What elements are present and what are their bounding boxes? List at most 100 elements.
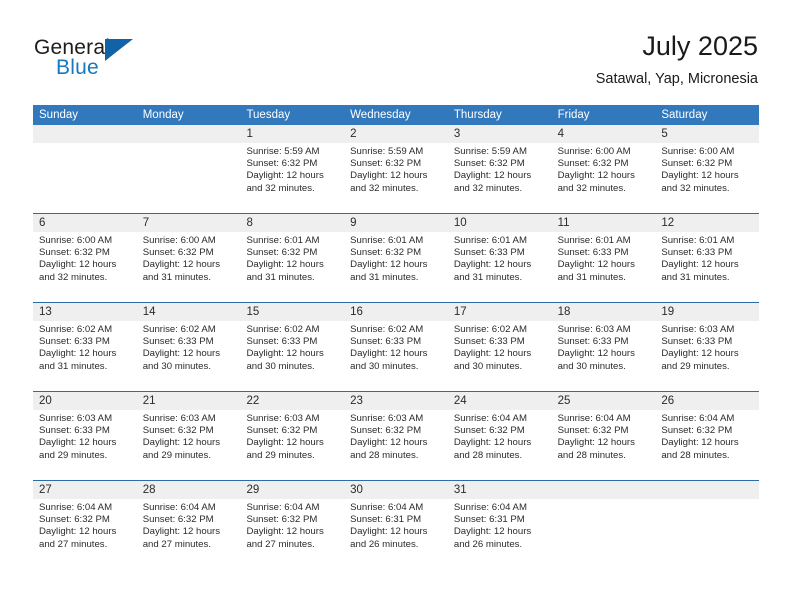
daylight-text-line2: and 27 minutes. [39, 538, 108, 550]
day-cell[interactable]: 25 Sunrise: 6:04 AM Sunset: 6:32 PM Dayl… [551, 392, 656, 480]
day-number-band: 28 [136, 481, 241, 499]
sunset-text: Sunset: 6:32 PM [661, 425, 733, 437]
day-cell[interactable]: 10 Sunrise: 6:01 AM Sunset: 6:33 PM Dayl… [447, 214, 552, 302]
general-blue-logo[interactable]: General Blue [34, 36, 154, 82]
daylight-text-line1: Daylight: 12 hours [350, 526, 428, 538]
sunset-text: Sunset: 6:31 PM [453, 514, 525, 526]
day-cell[interactable]: 12 Sunrise: 6:01 AM Sunset: 6:33 PM Dayl… [655, 214, 760, 302]
daylight-text-line1: Daylight: 12 hours [453, 437, 532, 449]
sunset-text: Sunset: 6:32 PM [453, 158, 525, 170]
day-cell[interactable]: 2 Sunrise: 5:59 AM Sunset: 6:32 PM Dayli… [344, 125, 448, 213]
day-cell[interactable]: 8 Sunrise: 6:01 AM Sunset: 6:32 PM Dayli… [240, 214, 345, 302]
day-details: Sunrise: 6:03 AM Sunset: 6:33 PM Dayligh… [552, 321, 656, 373]
day-cell[interactable] [551, 481, 656, 569]
sunset-text: Sunset: 6:32 PM [246, 247, 318, 259]
day-cell[interactable]: 1 Sunrise: 5:59 AM Sunset: 6:32 PM Dayli… [240, 125, 345, 213]
daylight-text-line2: and 28 minutes. [557, 449, 626, 461]
sunrise-text: Sunrise: 6:04 AM [39, 502, 113, 513]
day-cell[interactable]: 3 Sunrise: 5:59 AM Sunset: 6:32 PM Dayli… [447, 125, 552, 213]
day-number: 14 [142, 306, 156, 318]
day-cell[interactable]: 15 Sunrise: 6:02 AM Sunset: 6:33 PM Dayl… [240, 303, 345, 391]
day-cell[interactable]: 19 Sunrise: 6:03 AM Sunset: 6:33 PM Dayl… [655, 303, 760, 391]
sunset-text: Sunset: 6:32 PM [39, 514, 110, 526]
day-number: 28 [142, 484, 156, 496]
day-cell[interactable]: 22 Sunrise: 6:03 AM Sunset: 6:32 PM Dayl… [240, 392, 345, 480]
daylight-text-line1: Daylight: 12 hours [142, 437, 221, 449]
day-number: 15 [246, 306, 260, 318]
day-cell[interactable]: 7 Sunrise: 6:00 AM Sunset: 6:32 PM Dayli… [136, 214, 241, 302]
day-number-band: 8 [240, 214, 345, 232]
sunrise-text: Sunrise: 6:03 AM [557, 324, 631, 335]
day-details: Sunrise: 6:03 AM Sunset: 6:32 PM Dayligh… [240, 410, 344, 462]
day-cell[interactable]: 28 Sunrise: 6:04 AM Sunset: 6:32 PM Dayl… [136, 481, 241, 569]
day-number-band: 20 [33, 392, 137, 410]
title-block: July 2025 Satawal, Yap, Micronesia [596, 30, 758, 88]
weekday-header-sunday: Sunday [39, 109, 79, 121]
daylight-text-line1: Daylight: 12 hours [557, 259, 635, 271]
day-number-band: 3 [447, 125, 552, 143]
weekday-header-wednesday: Wednesday [350, 109, 411, 121]
daylight-text-line2: and 29 minutes. [39, 449, 108, 461]
day-cell[interactable]: 17 Sunrise: 6:02 AM Sunset: 6:33 PM Dayl… [447, 303, 552, 391]
day-number: 2 [350, 128, 357, 140]
day-cell[interactable] [33, 125, 137, 213]
day-cell[interactable]: 13 Sunrise: 6:02 AM Sunset: 6:33 PM Dayl… [33, 303, 137, 391]
day-cell[interactable]: 16 Sunrise: 6:02 AM Sunset: 6:33 PM Dayl… [344, 303, 448, 391]
day-cell[interactable]: 9 Sunrise: 6:01 AM Sunset: 6:32 PM Dayli… [344, 214, 448, 302]
day-number-band: 29 [240, 481, 345, 499]
day-cell[interactable]: 30 Sunrise: 6:04 AM Sunset: 6:31 PM Dayl… [344, 481, 448, 569]
sunrise-text: Sunrise: 6:01 AM [453, 235, 527, 246]
day-cell[interactable]: 26 Sunrise: 6:04 AM Sunset: 6:32 PM Dayl… [655, 392, 760, 480]
day-cell[interactable]: 11 Sunrise: 6:01 AM Sunset: 6:33 PM Dayl… [551, 214, 656, 302]
day-number: 19 [661, 306, 675, 318]
sunrise-text: Sunrise: 6:01 AM [557, 235, 631, 246]
day-details: Sunrise: 6:03 AM Sunset: 6:32 PM Dayligh… [137, 410, 241, 462]
page-header: General Blue July 2025 Satawal, Yap, Mic… [0, 0, 792, 104]
day-cell[interactable]: 21 Sunrise: 6:03 AM Sunset: 6:32 PM Dayl… [136, 392, 241, 480]
day-details: Sunrise: 6:03 AM Sunset: 6:32 PM Dayligh… [344, 410, 448, 462]
daylight-text-line2: and 28 minutes. [453, 449, 523, 461]
day-details: Sunrise: 6:04 AM Sunset: 6:32 PM Dayligh… [655, 410, 759, 462]
day-cell[interactable]: 6 Sunrise: 6:00 AM Sunset: 6:32 PM Dayli… [33, 214, 137, 302]
sunset-text: Sunset: 6:32 PM [557, 425, 629, 437]
day-cell[interactable]: 29 Sunrise: 6:04 AM Sunset: 6:32 PM Dayl… [240, 481, 345, 569]
day-number-band: 10 [447, 214, 552, 232]
daylight-text-line2: and 30 minutes. [246, 360, 315, 372]
daylight-text-line1: Daylight: 12 hours [557, 437, 635, 449]
sunset-text: Sunset: 6:32 PM [246, 425, 318, 437]
daylight-text-line1: Daylight: 12 hours [661, 437, 739, 449]
page-title: July 2025 [642, 31, 758, 61]
week-row: 6 Sunrise: 6:00 AM Sunset: 6:32 PM Dayli… [33, 213, 760, 302]
day-cell[interactable]: 5 Sunrise: 6:00 AM Sunset: 6:32 PM Dayli… [655, 125, 760, 213]
daylight-text-line2: and 29 minutes. [246, 449, 315, 461]
day-cell[interactable]: 18 Sunrise: 6:03 AM Sunset: 6:33 PM Dayl… [551, 303, 656, 391]
day-number-band: 1 [240, 125, 345, 143]
day-cell[interactable] [655, 481, 760, 569]
daylight-text-line2: and 31 minutes. [557, 271, 626, 283]
day-number-band [551, 481, 656, 499]
day-details: Sunrise: 6:04 AM Sunset: 6:32 PM Dayligh… [240, 499, 344, 551]
daylight-text-line1: Daylight: 12 hours [350, 259, 428, 271]
day-details: Sunrise: 6:02 AM Sunset: 6:33 PM Dayligh… [137, 321, 241, 373]
sunrise-text: Sunrise: 6:01 AM [246, 235, 320, 246]
week-row: 13 Sunrise: 6:02 AM Sunset: 6:33 PM Dayl… [33, 302, 760, 391]
day-cell[interactable]: 20 Sunrise: 6:03 AM Sunset: 6:33 PM Dayl… [33, 392, 137, 480]
daylight-text-line1: Daylight: 12 hours [453, 170, 532, 182]
day-cell[interactable]: 23 Sunrise: 6:03 AM Sunset: 6:32 PM Dayl… [344, 392, 448, 480]
sunrise-text: Sunrise: 6:04 AM [350, 502, 424, 513]
day-cell[interactable]: 14 Sunrise: 6:02 AM Sunset: 6:33 PM Dayl… [136, 303, 241, 391]
week-row: 1 Sunrise: 5:59 AM Sunset: 6:32 PM Dayli… [33, 125, 760, 213]
daylight-text-line2: and 30 minutes. [350, 360, 419, 372]
daylight-text-line1: Daylight: 12 hours [453, 259, 532, 271]
day-number: 13 [39, 306, 52, 318]
day-cell[interactable]: 4 Sunrise: 6:00 AM Sunset: 6:32 PM Dayli… [551, 125, 656, 213]
day-cell[interactable]: 27 Sunrise: 6:04 AM Sunset: 6:32 PM Dayl… [33, 481, 137, 569]
day-number-band: 4 [551, 125, 656, 143]
calendar-grid: Sunday Monday Tuesday Wednesday Thursday… [33, 105, 760, 569]
daylight-text-line2: and 31 minutes. [142, 271, 211, 283]
day-cell[interactable]: 31 Sunrise: 6:04 AM Sunset: 6:31 PM Dayl… [447, 481, 552, 569]
day-number: 23 [350, 395, 363, 407]
day-cell[interactable]: 24 Sunrise: 6:04 AM Sunset: 6:32 PM Dayl… [447, 392, 552, 480]
daylight-text-line2: and 32 minutes. [661, 182, 730, 194]
day-cell[interactable] [136, 125, 241, 213]
